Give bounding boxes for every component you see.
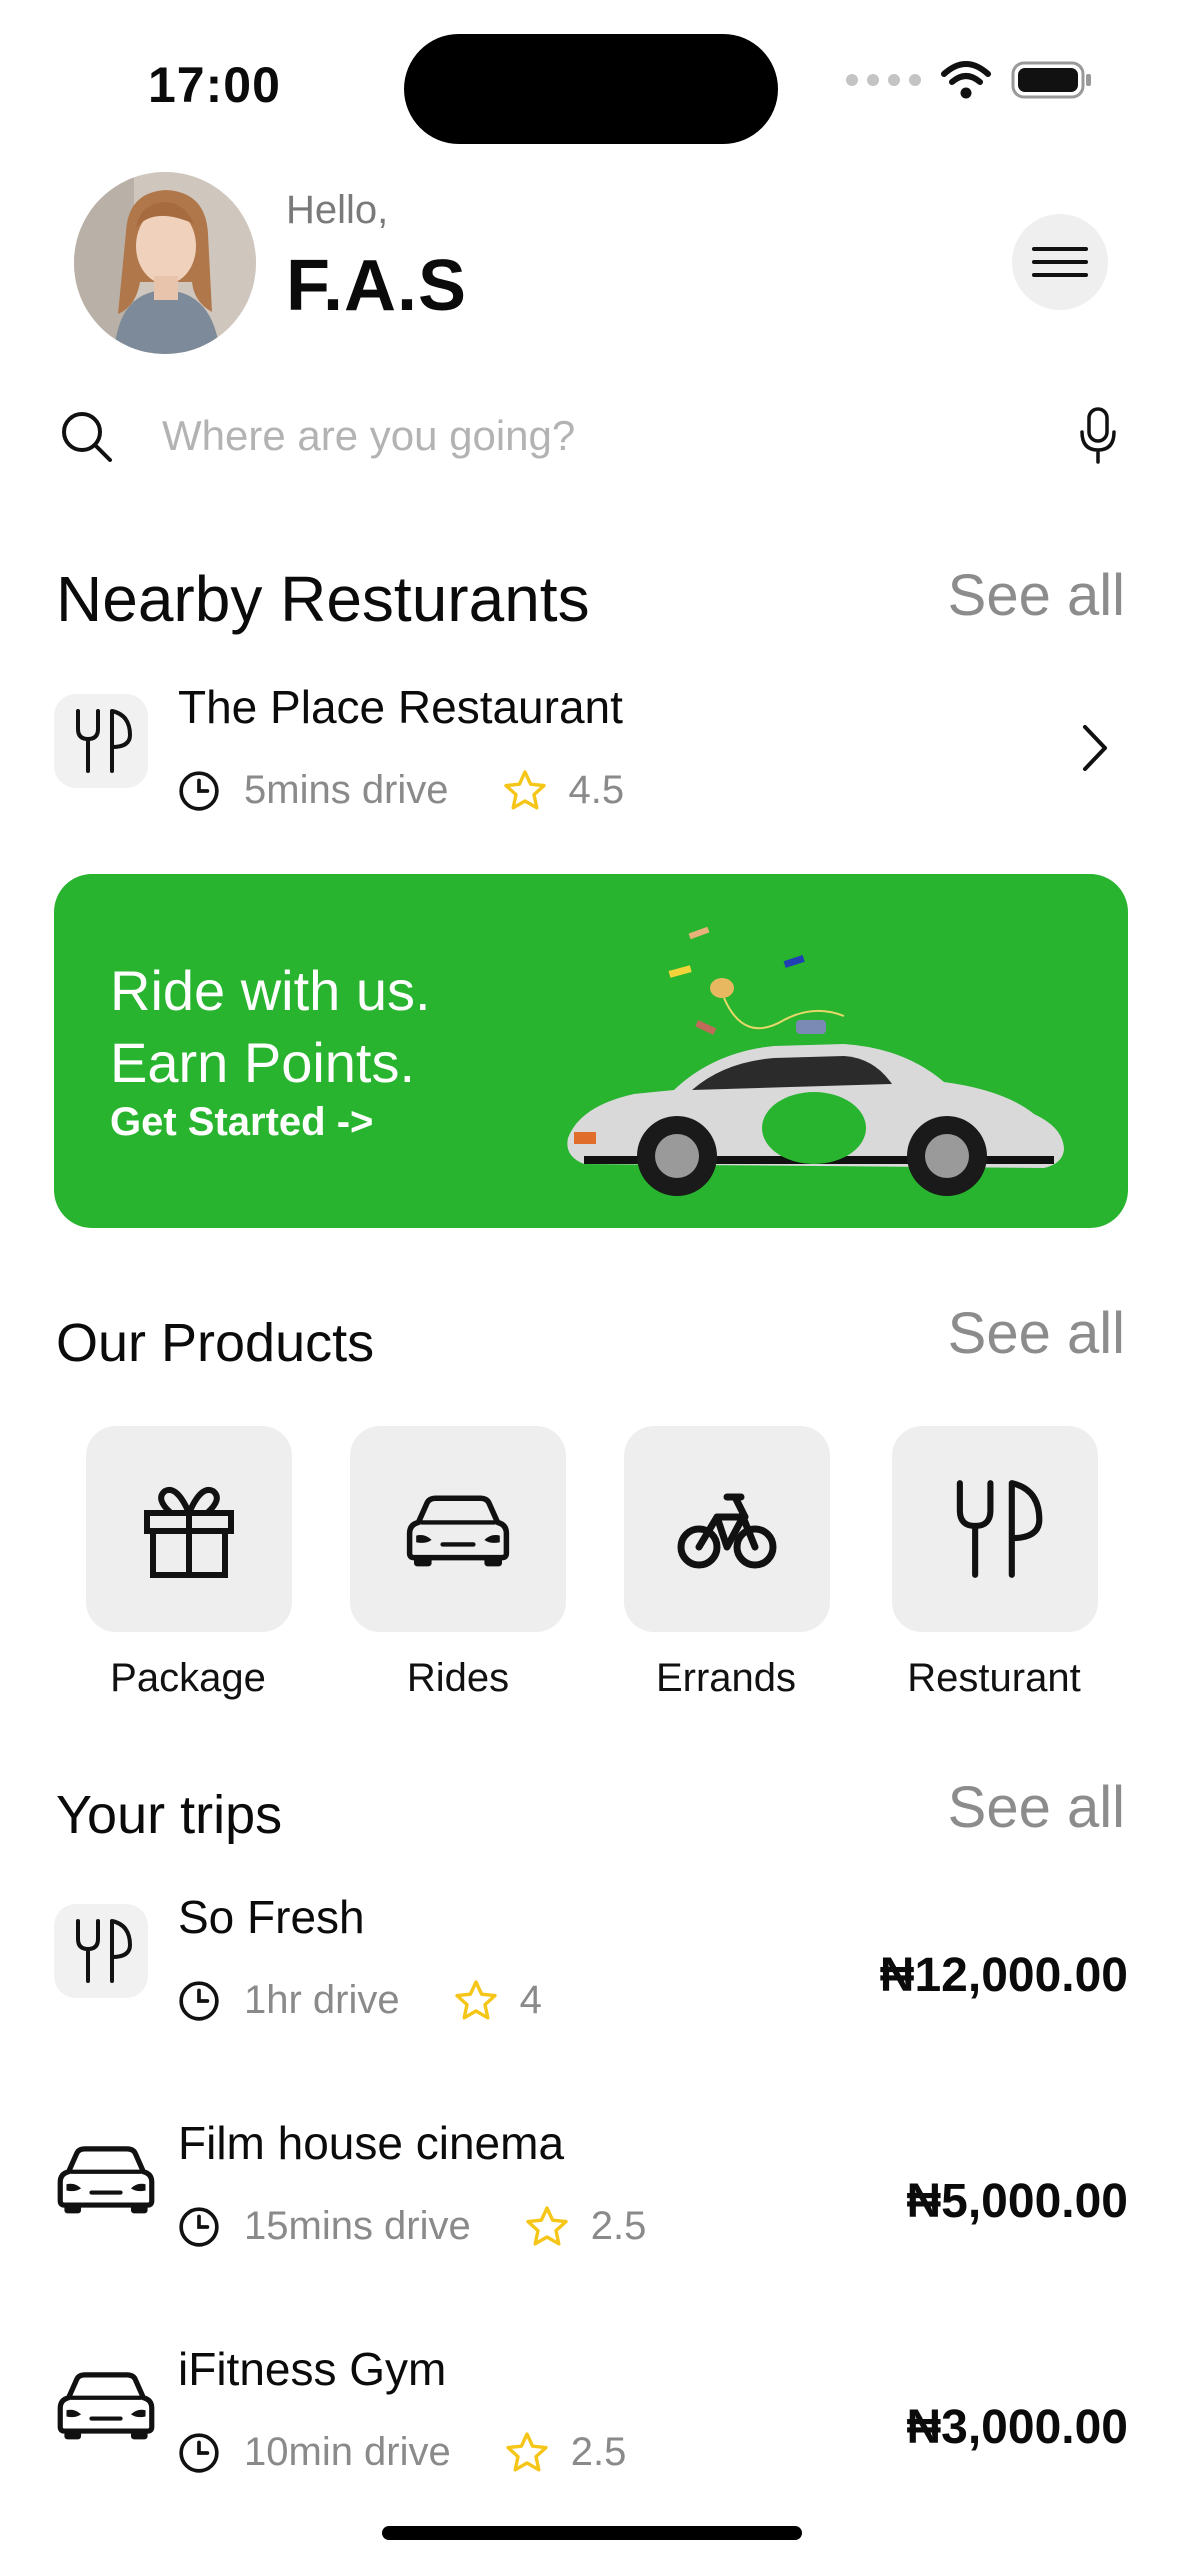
trip-list-item[interactable]: Film house cinema 15mins drive 2.5 ₦5,00… (54, 2116, 1128, 2266)
trip-price: ₦5,000.00 (906, 2175, 1128, 2228)
clock-icon (179, 770, 219, 811)
product-package-button[interactable] (86, 1426, 292, 1632)
car-icon (403, 1489, 513, 1569)
banner-headline-1: Ride with us. (110, 959, 431, 1022)
nearby-see-all-link[interactable]: See all (948, 562, 1125, 629)
star-icon (526, 2205, 568, 2246)
drive-time: 15mins drive (244, 2204, 471, 2248)
status-icons (846, 60, 1093, 100)
trips-see-all-link[interactable]: See all (948, 1774, 1125, 1841)
product-rides-button[interactable] (350, 1426, 566, 1632)
restaurant-name: The Place Restaurant (178, 681, 623, 733)
hamburger-icon-bar (1032, 273, 1088, 277)
utensils-icon (54, 694, 148, 788)
car-icon (54, 2140, 158, 2221)
battery-icon (1011, 61, 1091, 99)
utensils-icon (54, 1904, 148, 1998)
clock-icon (179, 2432, 219, 2473)
rating: 2.5 (590, 2204, 647, 2248)
trips-title: Your trips (56, 1785, 283, 1845)
products-see-all-link[interactable]: See all (948, 1300, 1125, 1367)
home-indicator[interactable] (382, 2526, 802, 2540)
avatar[interactable] (74, 172, 256, 354)
products-title: Our Products (56, 1313, 375, 1373)
clock-icon (179, 1980, 219, 2021)
star-icon (503, 769, 546, 809)
restaurant-meta: 5mins drive 4.5 (178, 768, 624, 813)
trip-list-item[interactable]: iFitness Gym 10min drive 2.5 ₦3,000.00 (54, 2342, 1128, 2492)
menu-button[interactable] (1012, 214, 1108, 310)
trip-meta: 10min drive 2.5 (178, 2430, 626, 2475)
hamburger-icon-bar (1032, 260, 1088, 264)
chevron-right-icon (1083, 725, 1107, 771)
search-icon (62, 412, 112, 462)
wifi-icon (941, 61, 991, 99)
hamburger-icon-bar (1032, 247, 1088, 251)
signal-icon (846, 74, 921, 86)
product-resturant-button[interactable] (892, 1426, 1098, 1632)
trip-list-item[interactable]: So Fresh 1hr drive 4 ₦12,000.00 (54, 1890, 1128, 2040)
drive-time: 1hr drive (244, 1978, 400, 2022)
trip-name: iFitness Gym (178, 2343, 447, 2395)
trip-price: ₦12,000.00 (879, 1949, 1128, 2002)
username: F.A.S (286, 246, 468, 326)
star-icon (454, 1979, 497, 2020)
trip-price: ₦3,000.00 (906, 2401, 1128, 2454)
product-label: Errands (655, 1656, 797, 1700)
utensils-icon (945, 1474, 1045, 1584)
trip-meta: 15mins drive 2.5 (178, 2204, 646, 2249)
bicycle-icon (677, 1493, 777, 1569)
get-started-link[interactable]: Get Started -> (110, 1100, 373, 1145)
restaurant-list-item[interactable]: The Place Restaurant 5mins drive 4.5 (54, 680, 1128, 830)
microphone-icon[interactable] (1078, 406, 1118, 466)
product-label: Package (110, 1656, 266, 1700)
clock-icon (179, 2206, 219, 2247)
star-icon (506, 2431, 548, 2472)
drive-time: 10min drive (244, 2430, 451, 2474)
nearby-title: Nearby Resturants (56, 563, 590, 635)
rating: 4 (519, 1978, 542, 2022)
car-illustration (567, 926, 1064, 1196)
search-input[interactable] (162, 404, 1062, 468)
greeting: Hello, (286, 188, 389, 232)
drive-time: 5mins drive (244, 768, 449, 812)
trip-meta: 1hr drive 4 (178, 1978, 542, 2023)
product-errands-button[interactable] (624, 1426, 830, 1632)
dynamic-island (404, 34, 778, 144)
gift-icon (144, 1487, 234, 1578)
car-icon (54, 2366, 158, 2447)
trip-name: So Fresh (178, 1891, 365, 1943)
rating: 2.5 (570, 2430, 627, 2474)
rating: 4.5 (568, 768, 625, 812)
product-label: Resturant (907, 1656, 1081, 1700)
product-label: Rides (406, 1656, 510, 1700)
trip-name: Film house cinema (178, 2117, 565, 2169)
status-time: 17:00 (148, 57, 281, 113)
banner-headline-2: Earn Points. (110, 1031, 416, 1094)
